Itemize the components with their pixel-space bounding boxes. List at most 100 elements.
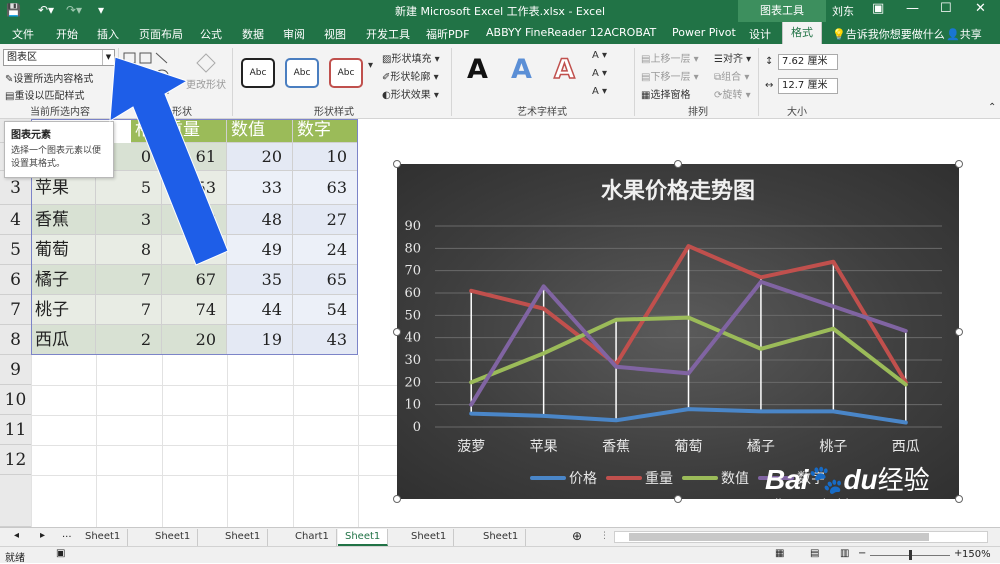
row-header[interactable]: 12: [0, 445, 31, 475]
x-tick-label: 葡萄: [675, 439, 703, 455]
table-cell[interactable]: 2: [96, 325, 162, 355]
tab-foxit-pdf[interactable]: 福昕PDF: [426, 26, 469, 42]
sheet-tab[interactable]: Chart1: [288, 529, 337, 546]
sheet-tab[interactable]: Sheet1 (9): [404, 529, 455, 558]
table-cell[interactable]: 19: [227, 325, 293, 355]
selection-pane-button[interactable]: ▦选择窗格: [641, 86, 690, 101]
user-name[interactable]: 刘东: [832, 3, 854, 19]
share-button[interactable]: 👤共享: [946, 26, 982, 42]
tab-design[interactable]: 设计: [749, 26, 771, 42]
resize-handle-w[interactable]: [393, 328, 401, 336]
y-tick-label: 70: [404, 264, 421, 279]
row-header[interactable]: 9: [0, 355, 31, 385]
restore-button[interactable]: ☐: [940, 1, 952, 16]
table-cell[interactable]: 54: [293, 295, 358, 325]
y-tick-label: 60: [404, 286, 421, 301]
table-cell[interactable]: 65: [293, 265, 358, 295]
next-sheet-icon[interactable]: ▸: [40, 530, 45, 541]
zoom-slider-thumb[interactable]: [909, 550, 912, 560]
wordart-style-2[interactable]: A: [511, 54, 532, 85]
line-chart[interactable]: 水果价格走势图 0 10 20 30 40 50 60 70 80 90 菠萝 苹果 香蕉 葡萄 橘子 桃子 西瓜…: [397, 164, 959, 499]
shape-fill-button[interactable]: ▨形状填充 ▾: [382, 50, 440, 65]
shape-style-3[interactable]: Abc: [329, 58, 363, 88]
resize-handle-s[interactable]: [674, 495, 682, 503]
resize-handle-ne[interactable]: [955, 160, 963, 168]
scrollbar-thumb[interactable]: [629, 533, 929, 541]
resize-handle-n[interactable]: [674, 160, 682, 168]
shape-effects-button[interactable]: ◐形状效果 ▾: [382, 86, 439, 101]
align-button[interactable]: ☰对齐 ▾: [714, 50, 751, 65]
height-input[interactable]: 7.62 厘米: [778, 54, 838, 70]
x-tick-label: 菠萝: [457, 439, 485, 455]
table-cell[interactable]: 24: [293, 235, 358, 265]
rotate-button[interactable]: ⟳旋转 ▾: [714, 86, 751, 101]
zoom-out-icon[interactable]: −: [858, 548, 866, 559]
watermark-brand: Bai: [765, 464, 809, 495]
ribbon-display-icon[interactable]: ▣: [872, 1, 884, 16]
width-icon: ↔: [765, 80, 774, 91]
table-cell[interactable]: 西瓜: [31, 325, 96, 355]
text-outline-icon[interactable]: A ▾: [592, 68, 607, 79]
tab-view[interactable]: 视图: [324, 26, 346, 42]
minimize-button[interactable]: —: [906, 1, 919, 16]
header-cell[interactable]: 数字: [293, 119, 358, 143]
sheet-tab[interactable]: Sheet1 (4): [148, 529, 199, 558]
resize-handle-se[interactable]: [955, 495, 963, 503]
resize-handle-sw[interactable]: [393, 495, 401, 503]
shape-outline-button[interactable]: ✐形状轮廓 ▾: [382, 68, 439, 83]
text-fill-icon[interactable]: A ▾: [592, 50, 607, 61]
normal-view-icon[interactable]: ▦: [775, 548, 784, 559]
add-sheet-icon[interactable]: ⊕: [572, 529, 582, 543]
row-header[interactable]: 8: [0, 325, 31, 355]
wordart-style-1[interactable]: A: [467, 54, 488, 85]
macro-record-icon[interactable]: ▣: [56, 548, 65, 559]
tab-acrobat[interactable]: ACROBAT: [604, 26, 656, 39]
group-shape-styles: 形状样式: [314, 107, 354, 118]
table-cell[interactable]: 27: [293, 205, 358, 235]
zoom-level[interactable]: 150%: [962, 549, 991, 560]
more-sheets-left-icon[interactable]: ...: [62, 529, 72, 540]
scroll-styles-icon[interactable]: ▾: [368, 60, 373, 71]
lightbulb-icon: 💡: [832, 28, 846, 41]
tab-format[interactable]: 格式: [782, 22, 822, 44]
tab-power-pivot[interactable]: Power Pivot: [672, 26, 736, 39]
page-break-view-icon[interactable]: ▥: [840, 548, 849, 559]
sheet-tab[interactable]: Sheet1 (7): [476, 529, 527, 558]
resize-handle-e[interactable]: [955, 328, 963, 336]
collapse-ribbon-icon[interactable]: ⌃: [988, 102, 996, 113]
tab-abbyy[interactable]: ABBYY FineReader 12: [486, 26, 604, 39]
horizontal-scrollbar[interactable]: [614, 531, 988, 543]
table-cell[interactable]: 20: [162, 325, 227, 355]
page-layout-view-icon[interactable]: ▤: [810, 548, 819, 559]
tell-me-box[interactable]: 💡告诉我你想要做什么: [832, 26, 945, 42]
row-header-13[interactable]: [0, 475, 31, 527]
row-header[interactable]: 10: [0, 385, 31, 415]
group-size: 大小: [787, 107, 807, 118]
y-tick-label: 10: [404, 398, 421, 413]
legend-label: 价格: [569, 471, 597, 487]
sheet-tab[interactable]: Sheet1 (8): [218, 529, 269, 558]
text-effects-icon[interactable]: A ▾: [592, 86, 607, 97]
status-bar: 就绪 ▣ ▦ ▤ ▥ − + 150%: [0, 546, 1000, 564]
shape-style-2[interactable]: Abc: [285, 58, 319, 88]
send-backward-button[interactable]: ▤下移一层 ▾: [641, 68, 699, 83]
sheet-tab-bar: ◂ ▸ ... Sheet1 (3) Sheet1 (4) Sheet1 (8) Ch…: [0, 527, 1000, 558]
table-cell[interactable]: 43: [293, 325, 358, 355]
group-button[interactable]: ⧉组合 ▾: [714, 68, 749, 83]
prev-sheet-icon[interactable]: ◂: [14, 530, 19, 541]
bring-forward-button[interactable]: ▤上移一层 ▾: [641, 50, 699, 65]
wordart-style-3[interactable]: A: [553, 53, 575, 86]
x-tick-label: 苹果: [530, 439, 558, 455]
resize-handle-nw[interactable]: [393, 160, 401, 168]
table-cell[interactable]: 10: [293, 143, 358, 171]
row-header[interactable]: 11: [0, 415, 31, 445]
tab-developer[interactable]: 开发工具: [366, 26, 410, 42]
y-tick-label: 80: [404, 241, 421, 256]
sheet-tab[interactable]: Sheet1 (6): [338, 529, 389, 558]
tab-split-icon[interactable]: ⋮: [600, 531, 609, 541]
width-input[interactable]: 12.7 厘米: [778, 78, 838, 94]
close-button[interactable]: ✕: [975, 1, 986, 16]
tab-review[interactable]: 审阅: [283, 26, 305, 42]
sheet-tab[interactable]: Sheet1 (3): [78, 529, 129, 558]
table-cell[interactable]: 63: [293, 171, 358, 205]
